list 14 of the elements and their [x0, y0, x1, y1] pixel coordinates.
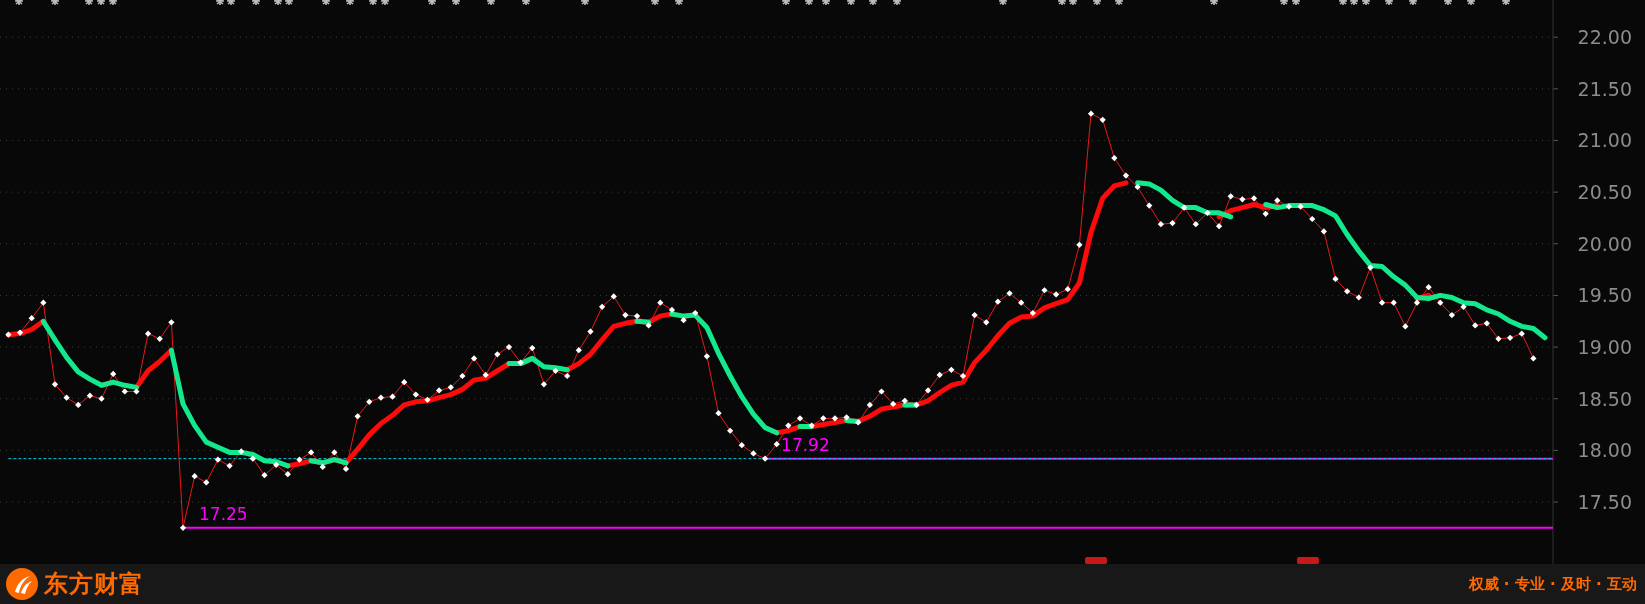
y-axis-label: 22.00 [1577, 26, 1632, 49]
y-axis-label: 20.50 [1577, 181, 1632, 204]
y-axis-label: 18.50 [1577, 387, 1632, 410]
y-axis-label: 17.50 [1577, 491, 1632, 513]
y-axis-label: 18.00 [1577, 439, 1632, 462]
price-level-label: 17.92 [781, 434, 830, 455]
y-axis-label: 19.00 [1577, 336, 1632, 359]
y-axis-label: 20.00 [1577, 232, 1632, 255]
price-level-label: 17.25 [199, 503, 248, 524]
y-axis-label: 21.50 [1577, 77, 1632, 100]
brand-name: 东方财富 [44, 569, 144, 600]
slogan: 权威 · 专业 · 及时 · 互动 [1468, 574, 1637, 594]
y-axis-label: 21.00 [1577, 129, 1632, 152]
y-axis-label: 19.50 [1577, 284, 1632, 307]
